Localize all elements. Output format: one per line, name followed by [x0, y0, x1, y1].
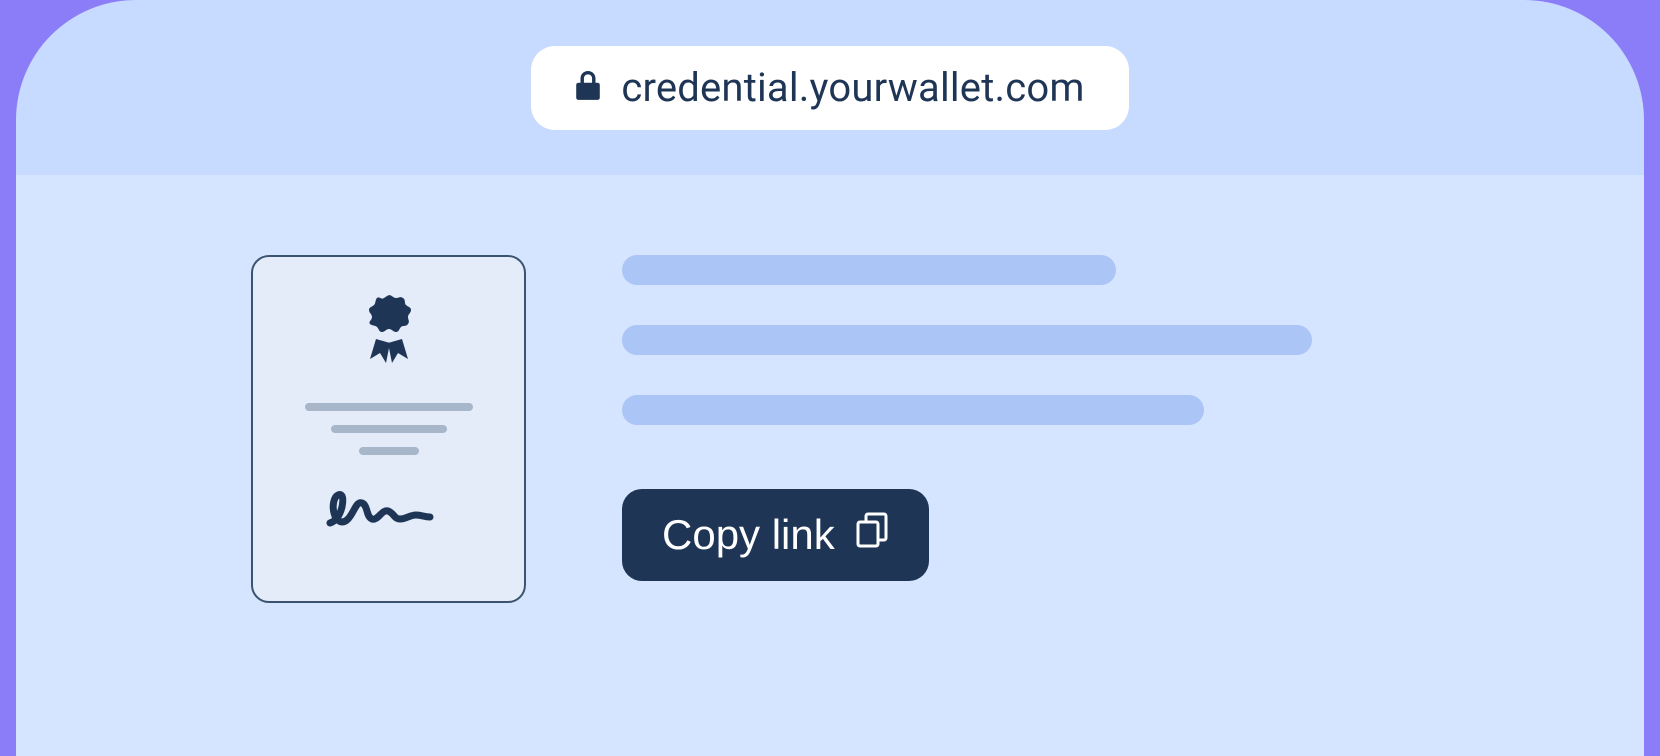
- copy-icon: [855, 511, 889, 559]
- certificate-text-line: [305, 403, 473, 411]
- credential-details-column: Copy link: [622, 255, 1644, 756]
- certificate-text-line: [359, 447, 419, 455]
- award-seal-icon: [358, 293, 420, 379]
- placeholder-line: [622, 395, 1204, 425]
- placeholder-line: [622, 255, 1116, 285]
- address-bar-area: credential.yourwallet.com: [16, 0, 1644, 175]
- placeholder-line: [622, 325, 1312, 355]
- signature-icon: [324, 455, 454, 533]
- lock-icon: [575, 71, 601, 105]
- page-content: Copy link: [16, 175, 1644, 756]
- copy-link-button[interactable]: Copy link: [622, 489, 929, 581]
- credential-preview-column: [16, 255, 526, 756]
- browser-window: credential.yourwallet.com: [16, 0, 1644, 756]
- address-bar[interactable]: credential.yourwallet.com: [531, 46, 1128, 130]
- certificate-text-line: [331, 425, 447, 433]
- certificate-card: [251, 255, 526, 603]
- address-url: credential.yourwallet.com: [621, 64, 1084, 111]
- copy-link-button-label: Copy link: [662, 511, 835, 559]
